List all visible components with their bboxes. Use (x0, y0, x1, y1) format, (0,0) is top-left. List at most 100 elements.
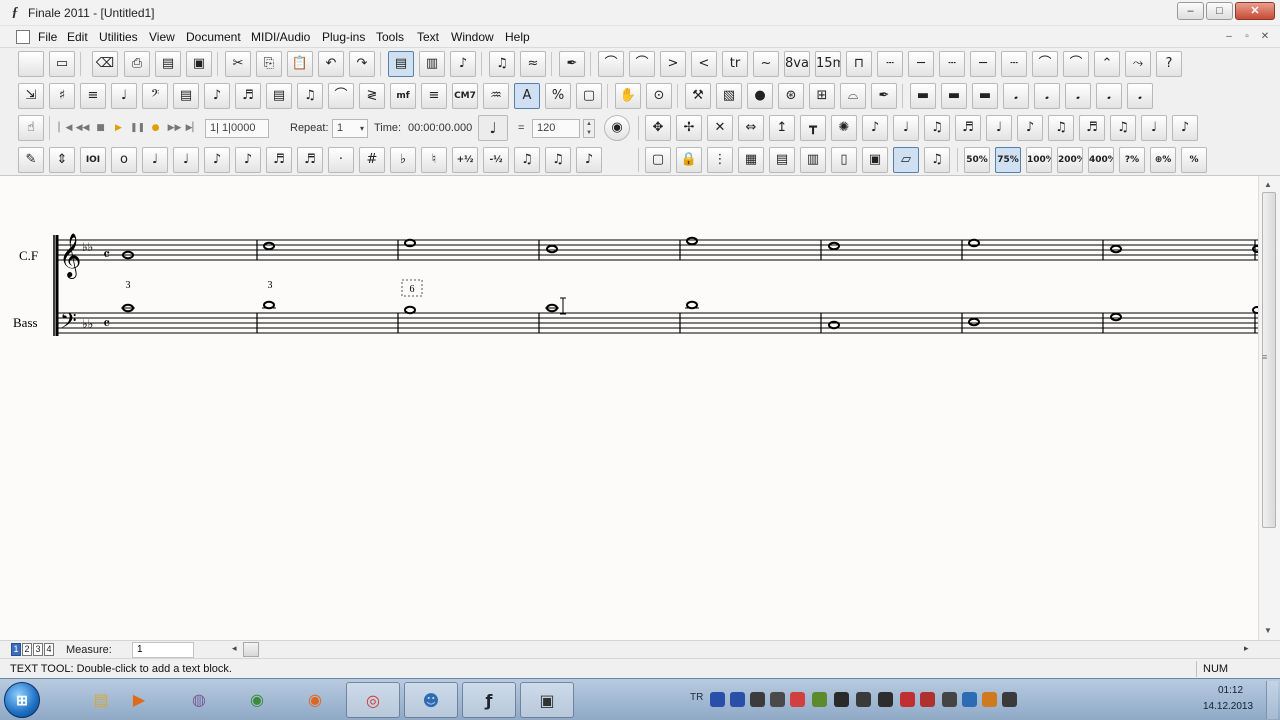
tie-icon[interactable]: ⇕ (49, 147, 75, 173)
decrescendo-icon[interactable]: < (691, 51, 717, 77)
tool-icon[interactable]: ▤ (155, 51, 181, 77)
menu-midi-audio[interactable]: MIDI/Audio (251, 30, 310, 44)
note-tool-icon[interactable]: 𝅘 (1096, 83, 1122, 109)
line-icon[interactable]: ─ (970, 51, 996, 77)
line-icon[interactable]: ─ (908, 51, 934, 77)
zoom-100-button[interactable]: 100% (1026, 147, 1052, 173)
tray-app-icon[interactable] (834, 692, 849, 707)
tray-app-icon[interactable] (730, 692, 745, 707)
page-layout-icon[interactable]: ▢ (576, 83, 602, 109)
note-tool-icon[interactable]: 𝅘 (1127, 83, 1153, 109)
measure-tool-icon[interactable]: ≡ (80, 83, 106, 109)
articulation-tool-icon[interactable]: ≷ (359, 83, 385, 109)
tray-language[interactable]: TR (690, 692, 703, 703)
chord-tool-icon[interactable]: CM7 (452, 83, 478, 109)
doc-close-button[interactable]: ✕ (1258, 30, 1272, 43)
start-button[interactable]: ⊞ (4, 682, 40, 718)
menu-utilities[interactable]: Utilities (99, 30, 138, 44)
scroll-up-icon[interactable]: ▲ (1264, 180, 1272, 189)
taskbar-messenger-icon[interactable]: ☻ (404, 682, 458, 718)
bass-notes[interactable] (121, 300, 1122, 330)
layer-tool-icon[interactable]: ▬ (972, 83, 998, 109)
graphics-tool-icon[interactable]: ⊛ (778, 83, 804, 109)
trill-extension-icon[interactable]: ~ (753, 51, 779, 77)
tray-app-icon[interactable] (900, 692, 915, 707)
zoom-percent-button[interactable]: % (1181, 147, 1207, 173)
zoom-200-button[interactable]: 200% (1057, 147, 1083, 173)
slur-icon[interactable]: ⌒ (598, 51, 624, 77)
vertical-scrollbar[interactable]: ▲ ≡ ▼ (1258, 176, 1280, 640)
speedy-entry-icon[interactable]: ♬ (235, 83, 261, 109)
taskbar-globe-icon[interactable]: ◉ (230, 682, 284, 718)
ossia-tool-icon[interactable]: ⌓ (840, 83, 866, 109)
menu-tools[interactable]: Tools (376, 30, 404, 44)
fast-forward-button[interactable]: ▶▶ (167, 121, 182, 136)
double-tremolo-icon[interactable]: ♪ (1017, 115, 1043, 141)
cut-icon[interactable]: ✂ (225, 51, 251, 77)
tray-app-icon[interactable] (982, 692, 997, 707)
smart-shape-icon[interactable]: ✒ (559, 51, 585, 77)
ottava-icon[interactable]: 8va (784, 51, 810, 77)
layer-4-button[interactable]: 4 (44, 643, 54, 656)
sixteenth-note-icon[interactable]: ♪ (235, 147, 261, 173)
finale-app-icon[interactable]: ƒ (7, 5, 23, 21)
align-tool-icon[interactable]: ✢ (676, 115, 702, 141)
stem-tool-icon[interactable]: ↥ (769, 115, 795, 141)
custom-line-icon[interactable]: ⤳ (1125, 51, 1151, 77)
doc-restore-button[interactable]: ▫ (1240, 30, 1254, 43)
clef-tool-icon[interactable]: 𝄢 (142, 83, 168, 109)
taskbar-firefox-icon[interactable]: ◉ (288, 682, 342, 718)
speaker-icon[interactable]: ◉ (604, 115, 630, 141)
repeat-select[interactable]: 1 ▾ (332, 119, 368, 138)
mirror-tool-icon[interactable]: ⚒ (685, 83, 711, 109)
eraser-icon[interactable]: ✎ (18, 147, 44, 173)
flat-icon[interactable]: ♭ (390, 147, 416, 173)
note-tool-icon[interactable]: 𝅘 (1065, 83, 1091, 109)
blank-view-icon[interactable]: ▢ (645, 147, 671, 173)
tray-app-icon[interactable] (942, 692, 957, 707)
rest-icon[interactable]: IOI (80, 147, 106, 173)
speedy-icon[interactable]: ♪ (450, 51, 476, 77)
tray-app-icon[interactable] (790, 692, 805, 707)
eighth-note-icon[interactable]: ♪ (204, 147, 230, 173)
page-icon[interactable]: ▤ (769, 147, 795, 173)
move-tool-icon[interactable]: ✥ (645, 115, 671, 141)
quindicesima-icon[interactable]: 15ma (815, 51, 841, 77)
beam-extension-icon[interactable]: ♬ (955, 115, 981, 141)
repeat-tool-icon[interactable]: ≡ (421, 83, 447, 109)
taskbar-onion-icon[interactable]: ◍ (172, 682, 226, 718)
lower-half-step-icon[interactable]: -½ (483, 147, 509, 173)
open-folder-icon[interactable]: ▭ (49, 51, 75, 77)
smart-shape-tool-icon[interactable]: ⌒ (328, 83, 354, 109)
lock-icon[interactable]: 🔒 (676, 147, 702, 173)
rest-tool-icon[interactable]: ♬ (1079, 115, 1105, 141)
tray-app-icon[interactable] (710, 692, 725, 707)
glissando-icon[interactable]: ⌒ (1032, 51, 1058, 77)
print-icon[interactable]: ⎙ (124, 51, 150, 77)
show-desktop-button[interactable] (1266, 681, 1278, 719)
record-button[interactable]: ● (148, 121, 163, 136)
taskbar-finale-icon[interactable]: ƒ (462, 682, 516, 718)
score-canvas[interactable]: C.F Bass 𝄞 ♭♭ 𝄴 𝄢 ♭♭ 𝄴 3 3 6 (0, 176, 1258, 640)
secondary-beam-icon[interactable]: ♫ (924, 115, 950, 141)
resize-tool-icon[interactable]: % (545, 83, 571, 109)
playback-hand-icon[interactable]: ☝ (18, 115, 44, 141)
text-tool-icon[interactable]: A (514, 83, 540, 109)
clock-date[interactable]: 14.12.2013 (1203, 701, 1253, 712)
menu-document[interactable]: Document (186, 30, 241, 44)
scroll-left-icon[interactable]: ◂ (232, 643, 237, 654)
dashed-slur-icon[interactable]: ⌒ (629, 51, 655, 77)
help-icon[interactable]: ? (1156, 51, 1182, 77)
dashed-line-icon[interactable]: ┄ (1001, 51, 1027, 77)
accidental-tool-icon[interactable]: ♩ (1141, 115, 1167, 141)
lyrics-tool-icon[interactable]: ♒ (483, 83, 509, 109)
undo-file-icon[interactable]: ⌫ (92, 51, 118, 77)
tray-app-icon[interactable] (878, 692, 893, 707)
layer-tool-icon[interactable]: ▬ (910, 83, 936, 109)
raise-half-step-icon[interactable]: +½ (452, 147, 478, 173)
sharp-icon[interactable]: # (359, 147, 385, 173)
forward-end-button[interactable]: ▶▏ (185, 121, 200, 136)
page-view-icon[interactable]: ▥ (419, 51, 445, 77)
tray-app-icon[interactable] (770, 692, 785, 707)
part-icon[interactable]: ▯ (831, 147, 857, 173)
